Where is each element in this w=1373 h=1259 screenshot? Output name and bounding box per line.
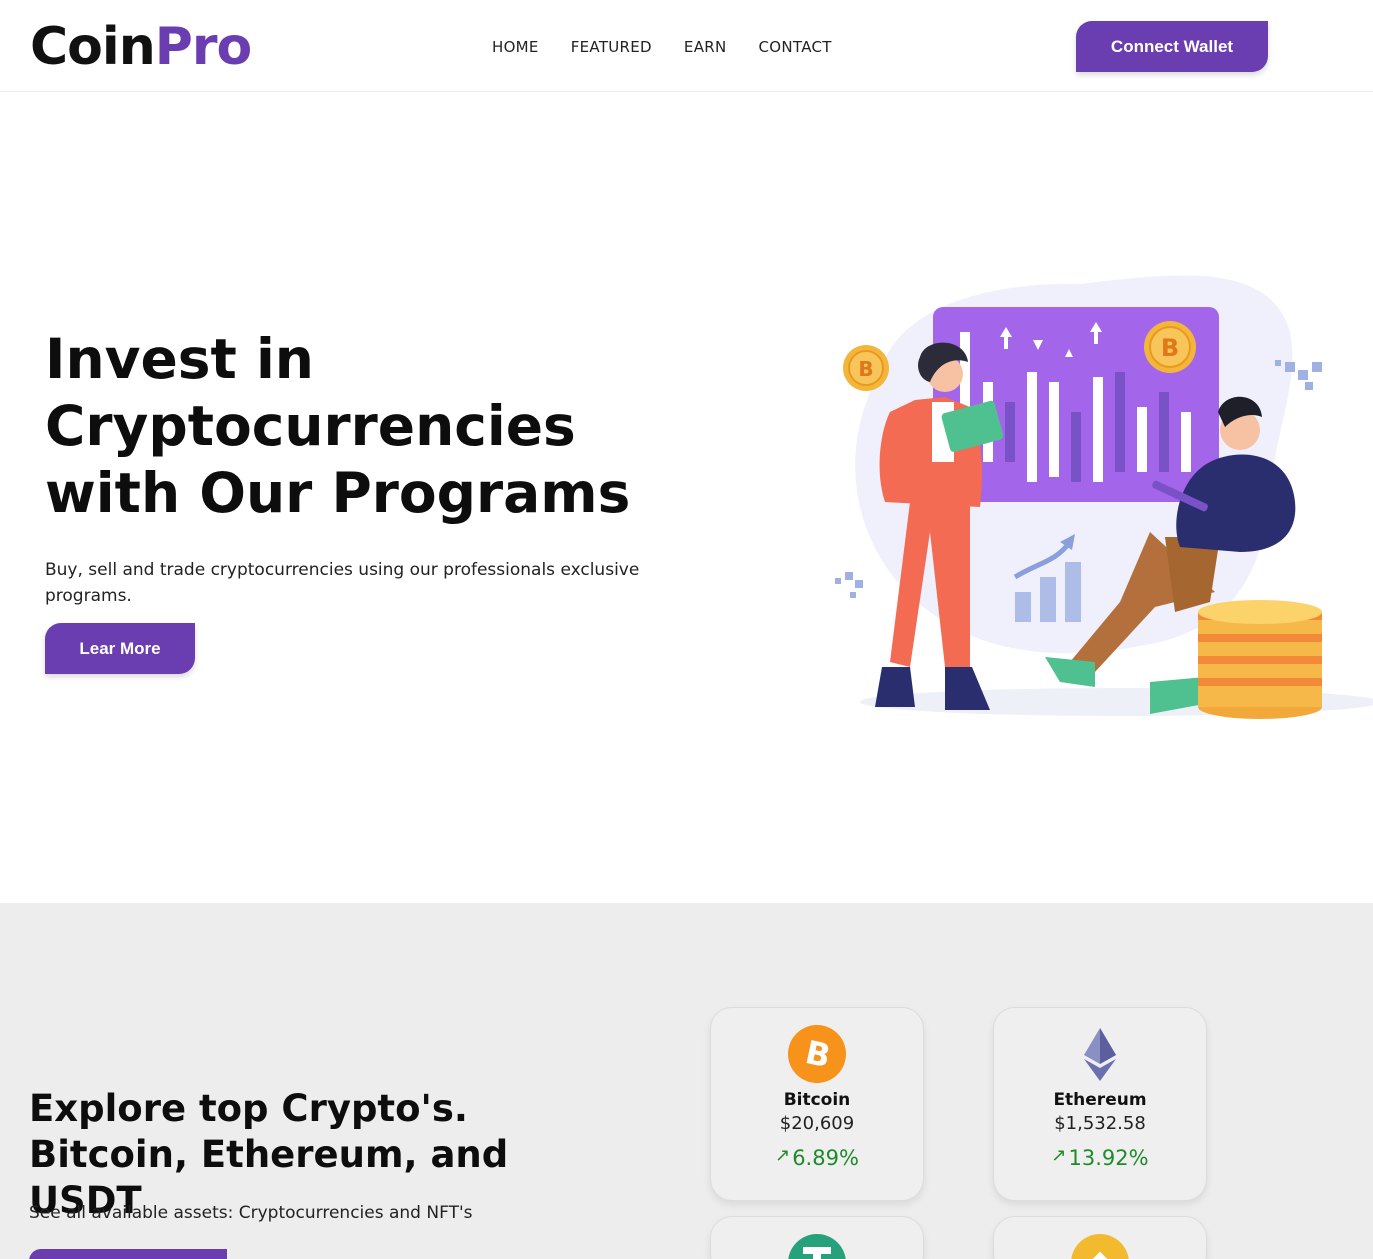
hero-title: Invest in Cryptocurrencies with Our Prog… xyxy=(45,327,631,525)
hero-subtitle: Buy, sell and trade cryptocurrencies usi… xyxy=(45,560,640,606)
nav-earn[interactable]: EARN xyxy=(684,38,727,56)
site-header: CoinPro HOME FEATURED EARN CONTACT Conne… xyxy=(0,0,1373,92)
coin-name: Ethereum xyxy=(1053,1090,1147,1110)
trend-up-icon: ↗ xyxy=(775,1145,791,1166)
coin-change: ↗13.92% xyxy=(994,1145,1206,1170)
explore-subtitle: See all available assets: Cryptocurrenci… xyxy=(29,1203,473,1223)
ethereum-icon xyxy=(1084,1028,1116,1081)
logo-coin: Coin xyxy=(30,17,156,77)
learn-more-button[interactable]: Lear More xyxy=(45,623,195,674)
coin-stack xyxy=(1198,600,1322,719)
coin-card-bnb[interactable] xyxy=(993,1216,1207,1259)
coin-change-value: 13.92% xyxy=(1068,1146,1149,1170)
explore-section: Explore top Crypto's. Bitcoin, Ethereum,… xyxy=(0,903,1373,1259)
coin-price: $20,609 xyxy=(779,1113,855,1134)
coin-change-value: 6.89% xyxy=(792,1146,859,1170)
bnb-icon xyxy=(1071,1234,1129,1259)
explore-button[interactable] xyxy=(29,1249,227,1259)
coin-card-ethereum[interactable]: Ethereum $1,532.58 ↗13.92% xyxy=(993,1007,1207,1201)
nav-contact[interactable]: CONTACT xyxy=(759,38,832,56)
main-nav: HOME FEATURED EARN CONTACT xyxy=(492,38,832,56)
bitcoin-icon: B xyxy=(788,1025,846,1083)
coin-name: Bitcoin xyxy=(783,1090,851,1110)
svg-text:B: B xyxy=(858,357,873,381)
hero-illustration: B B xyxy=(835,275,1373,719)
bitcoin-coin-small: B xyxy=(843,345,889,391)
coin-price: $1,532.58 xyxy=(1054,1113,1146,1134)
tether-icon xyxy=(788,1234,846,1259)
svg-text:B: B xyxy=(1161,334,1179,362)
coin-card-usdt[interactable] xyxy=(710,1216,924,1259)
coin-change: ↗6.89% xyxy=(711,1145,923,1170)
bitcoin-coin-large: B xyxy=(1144,321,1196,373)
logo[interactable]: CoinPro xyxy=(30,16,252,78)
nav-featured[interactable]: FEATURED xyxy=(571,38,652,56)
trend-up-icon: ↗ xyxy=(1051,1145,1067,1166)
nav-home[interactable]: HOME xyxy=(492,38,539,56)
connect-wallet-button[interactable]: Connect Wallet xyxy=(1076,21,1268,72)
logo-pro: Pro xyxy=(154,17,252,77)
coin-card-bitcoin[interactable]: B Bitcoin $20,609 ↗6.89% xyxy=(710,1007,924,1201)
